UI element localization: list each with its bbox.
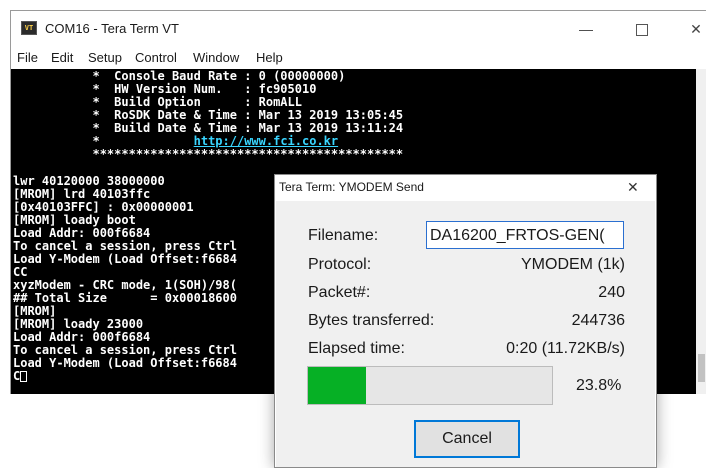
vertical-scrollbar[interactable] (696, 69, 706, 394)
bytes-transferred-label: Bytes transferred: (308, 312, 435, 329)
terminal-prompt-text: C (13, 369, 21, 383)
progress-percent: 23.8% (576, 377, 622, 394)
scrollbar-thumb[interactable] (698, 354, 705, 382)
elapsed-time-value: 0:20 (11.72KB/s) (506, 340, 625, 357)
close-icon: ✕ (690, 21, 702, 37)
filename-label: Filename: (308, 227, 379, 244)
progress-fill (308, 367, 367, 404)
menu-setup[interactable]: Setup (88, 50, 122, 65)
bytes-transferred-value: 244736 (571, 312, 625, 329)
menu-control[interactable]: Control (135, 50, 177, 65)
terminal-line: Load Y-Modem (Load Offset:f6684 (13, 356, 237, 370)
terminal-line: Load Y-Modem (Load Offset:f6684 (13, 252, 237, 266)
packet-value: 240 (598, 284, 625, 301)
packet-label: Packet#: (308, 284, 371, 301)
menu-file[interactable]: File (17, 50, 38, 65)
elapsed-time-label: Elapsed time: (308, 340, 405, 357)
protocol-value: YMODEM (1k) (521, 256, 625, 273)
terminal-cursor (20, 371, 28, 382)
ymodem-send-dialog: Tera Term: YMODEM Send ✕ Filename: DA162… (274, 174, 657, 468)
filename-value: DA16200_FRTOS-GEN( (430, 227, 605, 244)
dialog-title: Tera Term: YMODEM Send (279, 180, 424, 194)
menu-help[interactable]: Help (256, 50, 283, 65)
menu-window[interactable]: Window (193, 50, 239, 65)
menu-edit[interactable]: Edit (51, 50, 73, 65)
maximize-icon (636, 24, 648, 37)
tera-term-app-icon: VT (21, 21, 37, 35)
terminal-link-prefix: * (13, 134, 100, 148)
terminal-line: ****************************************… (13, 147, 404, 161)
terminal-link[interactable]: http://www.fci.co.kr (194, 134, 339, 148)
minimize-icon: — (579, 21, 593, 37)
protocol-label: Protocol: (308, 256, 372, 273)
transfer-progress-bar (307, 366, 553, 405)
menu-bar: File Edit Setup Control Window Help (11, 47, 706, 69)
maximize-button[interactable] (619, 11, 665, 47)
cancel-button[interactable]: Cancel (414, 420, 520, 458)
filename-field[interactable]: DA16200_FRTOS-GEN( (426, 221, 624, 249)
minimize-button[interactable]: — (563, 11, 609, 47)
title-bar[interactable]: VT COM16 - Tera Term VT — ✕ (11, 11, 706, 47)
dialog-body: Filename: DA16200_FRTOS-GEN( Protocol: Y… (276, 201, 655, 467)
window-title: COM16 - Tera Term VT (45, 21, 179, 36)
dialog-close-icon[interactable]: ✕ (627, 179, 639, 196)
terminal-prompt-line: C (13, 369, 28, 383)
close-window-button[interactable]: ✕ (673, 11, 706, 47)
